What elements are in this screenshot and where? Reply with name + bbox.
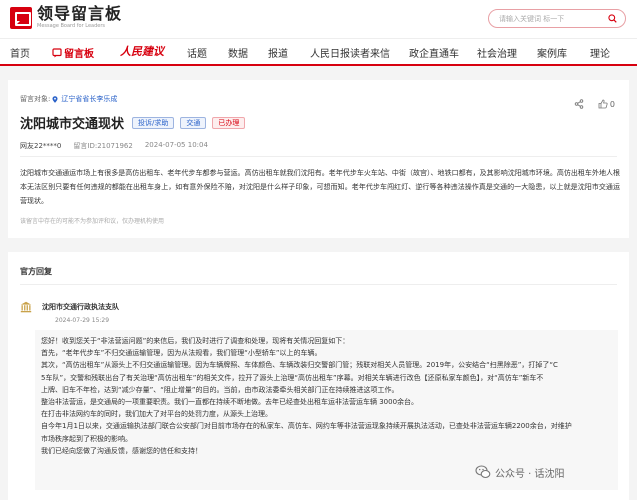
reply-line: 整治非法营运，是交通局的一项重要职责。我们一直都在持续不断地做。去年已经查处出租… [41, 398, 419, 407]
nav-item-data[interactable]: 数据 [228, 45, 248, 60]
message-note: 该留言中存在的可能不为参加评和议，仅办理机构使用 [20, 218, 165, 225]
nav-item-case-library[interactable]: 案例库 [537, 45, 567, 60]
nav-item-reports[interactable]: 报道 [268, 45, 288, 60]
nav-item-theory[interactable]: 理论 [590, 45, 610, 60]
target-value[interactable]: 辽宁省省长李乐成 [61, 94, 117, 104]
site-logo[interactable]: 领导留言板 Message Board for Leaders [10, 5, 122, 30]
reply-line: 其次，“高仿出租车”从源头上不归交通运输管理。因为车辆牌照、车体颜色、车辆改装归… [41, 361, 558, 370]
nav-item-message-board[interactable]: 留言板 [52, 45, 94, 60]
nav-item-people-suggestion[interactable]: 人民建议 [120, 43, 164, 59]
reply-org-row: 沈阳市交通行政执法支队 [20, 301, 119, 313]
message-title: 沈阳城市交通现状 [20, 117, 125, 132]
top-bar: 领导留言板 Message Board for Leaders [0, 0, 637, 38]
watermark-text: 公众号 · 话沈阳 [495, 468, 565, 480]
logo-title: 领导留言板 [37, 4, 123, 23]
message-board-logo-icon [10, 6, 32, 29]
search-icon[interactable] [608, 14, 617, 23]
reply-time: 2024-07-29 15:29 [55, 317, 110, 324]
message-author: 网友22****0 [20, 142, 62, 150]
wechat-icon [475, 465, 491, 479]
thumbs-up-icon[interactable] [598, 99, 608, 109]
nav-item-home[interactable]: 首页 [10, 45, 30, 60]
government-building-icon [20, 301, 32, 313]
reply-line: 上牌、旧车不年检，达到“减少存量”、“阻止增量”的目的。当前，由市政法委牵头相关… [41, 385, 399, 394]
message-actions: 0 [574, 99, 615, 109]
message-target: 留言对象: 辽宁省省长李乐成 [20, 93, 117, 105]
message-board-icon [52, 48, 62, 58]
target-label: 留言对象: [20, 95, 51, 103]
reply-line: 您好！收到您关于“非法营运问题”的来信后，我们及时进行了调查和处理，现将有关情况… [41, 337, 350, 345]
message-title-row: 沈阳城市交通现状 投诉/求助 交通 已办理 [20, 113, 246, 132]
search-box [488, 9, 626, 28]
reply-section-title: 官方回复 [20, 267, 52, 276]
watermark: 公众号 · 话沈阳 [475, 464, 565, 480]
nav-item-reader-letters[interactable]: 人民日报读者来信 [310, 45, 390, 60]
message-id: 留言ID:21071962 [73, 142, 133, 150]
reply-line: 自今年1月1日以来，交通运输执法部门联合公安部门对目前市场存在的私家车、高仿车、… [41, 422, 572, 431]
status-badge: 已办理 [212, 116, 246, 129]
nav-item-gov-enterprise[interactable]: 政企直通车 [409, 45, 459, 60]
logo-subtitle: Message Board for Leaders [37, 23, 106, 29]
share-icon[interactable] [574, 99, 584, 109]
reply-org-name: 沈阳市交通行政执法支队 [42, 303, 119, 311]
nav-item-social-governance[interactable]: 社会治理 [477, 45, 517, 60]
nav-item-topics[interactable]: 话题 [187, 45, 207, 60]
reply-line: 我们已经向您做了沟通反馈，感谢您的信任和支持！ [41, 446, 202, 455]
tag-message-type: 投诉/求助 [132, 116, 175, 129]
reply-line: 市场秩序起到了积极的影响。 [41, 434, 132, 443]
reply-line: 在打击非法网约车的同时，我们加大了对平台的处罚力度，从源头上治理。 [41, 410, 272, 419]
divider [20, 284, 617, 285]
main-nav: 首页 留言板 人民建议 话题 数据 报道 人民日报读者来信 政企直通车 社会治理… [0, 38, 637, 66]
location-pin-icon [52, 95, 58, 103]
message-time: 2024-07-05 10:04 [144, 141, 208, 149]
nav-item-message-board-label: 留言板 [64, 49, 94, 60]
search-input[interactable] [499, 12, 604, 25]
message-card: 留言对象: 辽宁省省长李乐成 0 沈阳城市交通现状 投诉/求助 交通 已办理 网… [8, 80, 629, 238]
reply-line: 首先，“老年代步车”不归交通运输管理，因为从法规看，我们管理“小型轿车”以上的车… [41, 349, 322, 358]
tag-domain: 交通 [180, 116, 207, 129]
message-meta: 网友22****0 留言ID:21071962 2024-07-05 10:04 [20, 141, 220, 151]
message-body: 沈阳城市交通通运市场上有很多是高仿出租车、老年代步车都参与营运。高仿出租车就我们… [20, 169, 620, 205]
divider [20, 156, 617, 157]
official-reply-card: 官方回复 沈阳市交通行政执法支队 2024-07-29 15:29 您好！收到您… [8, 252, 629, 500]
reply-line: 5车队”，交警和残联出台了有关治理“高仿出租车”的相关文件，拉开了源头上治理“高… [41, 373, 544, 382]
like-count: 0 [609, 99, 615, 109]
